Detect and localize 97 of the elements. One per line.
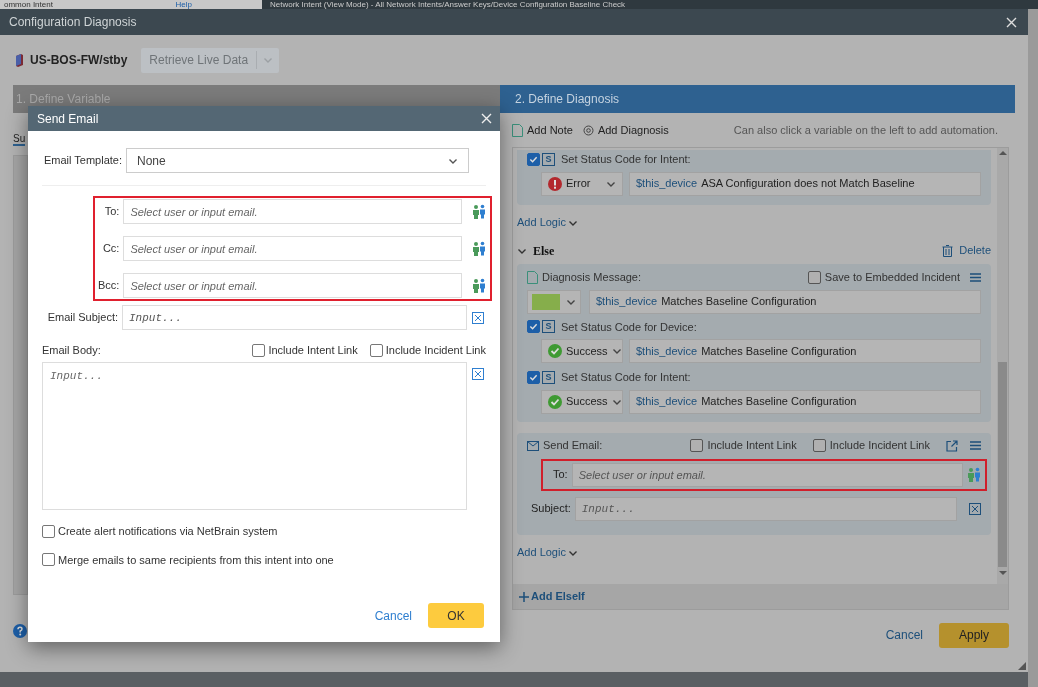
row-label: Send Email: — [543, 438, 603, 454]
email-body-field[interactable]: Input... — [42, 362, 467, 510]
scrollbar[interactable] — [997, 148, 1008, 584]
note-icon — [512, 123, 523, 137]
checkmark-icon — [529, 372, 538, 382]
checkbox-label: Include Intent Link — [707, 438, 797, 454]
chevron-icon — [611, 346, 622, 356]
window-title: ommon Intent — [4, 0, 53, 9]
checkbox[interactable] — [42, 553, 55, 567]
delete-link[interactable]: Delete — [959, 242, 991, 259]
close-icon[interactable] — [481, 113, 492, 124]
message-field[interactable]: $this_device Matches Baseline Configuration — [629, 389, 981, 414]
error-icon — [548, 176, 562, 191]
variable-insert-icon[interactable] — [472, 311, 484, 324]
template-dropdown[interactable]: None — [126, 148, 469, 173]
email-recipient-field[interactable]: Select user or input email. — [571, 462, 963, 487]
success-icon — [548, 394, 562, 409]
scroll-down-icon[interactable] — [998, 570, 1007, 576]
help-link[interactable]: Help — [175, 0, 262, 9]
plus-icon — [519, 591, 529, 602]
checkbox[interactable] — [690, 439, 704, 452]
external-link-icon[interactable] — [946, 439, 958, 452]
checkmark-icon — [529, 154, 538, 164]
trash-icon[interactable] — [942, 244, 954, 257]
dialog-title: Configuration Diagnosis — [9, 14, 137, 31]
ok-button[interactable]: OK — [428, 603, 484, 628]
apply-button[interactable]: Apply — [939, 622, 1009, 648]
row-label: Set Status Code for Device: — [561, 319, 697, 335]
window-title: Network Intent (View Mode) - All Network Intents/Answer Keys/Device Configuration Baseline Check — [270, 0, 626, 9]
color-dropdown[interactable] — [527, 289, 581, 314]
message-field[interactable]: $this_device Matches Baseline Configuration — [629, 339, 981, 363]
mail-icon — [527, 440, 539, 451]
add-note-button[interactable]: Add Note — [527, 121, 573, 139]
checkbox[interactable] — [812, 439, 826, 452]
script-icon: S — [542, 370, 555, 384]
checkbox[interactable] — [527, 370, 540, 384]
field-label: Bcc: — [96, 278, 120, 294]
checkbox-label: Create alert notifications via NetBrain system — [58, 524, 278, 539]
field-label: Email Body: — [42, 342, 101, 358]
variable-insert-icon[interactable] — [969, 502, 981, 515]
hint-text: Can also click a variable on the left to add automation. — [733, 122, 999, 138]
script-icon: S — [542, 320, 555, 334]
resize-grip-icon[interactable] — [1018, 662, 1026, 670]
subject-field[interactable]: Input... — [574, 496, 957, 521]
step-tab[interactable]: 2. Define Diagnosis — [500, 85, 1015, 113]
checkbox-label: Include Intent Link — [268, 342, 358, 358]
field-label: Cc: — [101, 241, 120, 257]
cancel-button[interactable]: Cancel — [879, 622, 929, 648]
checkbox-label: Merge emails to same recipients from this intent into one — [58, 552, 334, 568]
people-icon[interactable] — [472, 240, 486, 257]
add-logic-link[interactable]: Add Logic — [517, 212, 991, 233]
chevron-icon — [263, 55, 274, 65]
panel-tab[interactable]: Su — [13, 133, 26, 146]
script-icon: S — [542, 152, 555, 166]
checkbox[interactable] — [42, 524, 55, 538]
scrollbar-thumb[interactable] — [998, 362, 1007, 567]
help-icon[interactable] — [13, 624, 27, 638]
checkbox[interactable] — [369, 343, 383, 357]
add-diagnosis-button[interactable]: Add Diagnosis — [597, 121, 669, 139]
row-label: Set Status Code for Intent: — [561, 370, 691, 385]
device-name: US-BOS-FW/stby — [30, 52, 128, 69]
checkbox-label: Include Incident Link — [829, 438, 930, 454]
row-label: Set Status Code for Intent: — [561, 152, 691, 167]
row-label: Diagnosis Message: — [542, 270, 642, 286]
status-dropdown[interactable]: Success — [541, 389, 623, 414]
menu-icon[interactable] — [970, 273, 981, 282]
message-field[interactable]: $this_device Matches Baseline Configuration — [589, 289, 981, 314]
people-icon[interactable] — [472, 277, 486, 294]
checkbox[interactable] — [527, 152, 540, 166]
section-title: Else — [533, 242, 555, 260]
checkbox-label: Include Incident Link — [385, 342, 486, 358]
dialog-title: Send Email — [37, 110, 99, 128]
device-icon — [15, 52, 24, 68]
field-label: Email Template: — [42, 153, 122, 169]
checkbox[interactable] — [807, 271, 821, 284]
status-dropdown[interactable]: Error — [541, 171, 623, 196]
checkbox[interactable] — [252, 343, 266, 357]
checkmark-icon — [529, 322, 538, 332]
field-label: To: — [553, 467, 568, 483]
add-elseif-button[interactable]: Add ElseIf — [519, 588, 585, 605]
checkbox[interactable] — [527, 320, 540, 334]
note-icon — [527, 271, 538, 284]
status-dropdown[interactable]: Success — [541, 339, 623, 363]
people-icon[interactable] — [472, 203, 486, 220]
scroll-up-icon[interactable] — [998, 150, 1007, 156]
variable-insert-icon[interactable] — [472, 368, 484, 380]
gear-icon — [582, 124, 594, 136]
close-icon[interactable] — [1006, 16, 1017, 28]
menu-icon[interactable] — [970, 441, 981, 450]
checkbox-label: Save to Embedded Incident — [824, 270, 960, 286]
success-icon — [548, 344, 562, 358]
cancel-button[interactable]: Cancel — [368, 603, 418, 628]
add-logic-link[interactable]: Add Logic — [517, 542, 991, 563]
field-label: Subject: — [531, 501, 571, 517]
field-label: To: — [103, 204, 120, 220]
message-field[interactable]: $this_device ASA Configuration does not Match Baseline — [629, 171, 981, 196]
field-label: Email Subject: — [46, 310, 118, 326]
